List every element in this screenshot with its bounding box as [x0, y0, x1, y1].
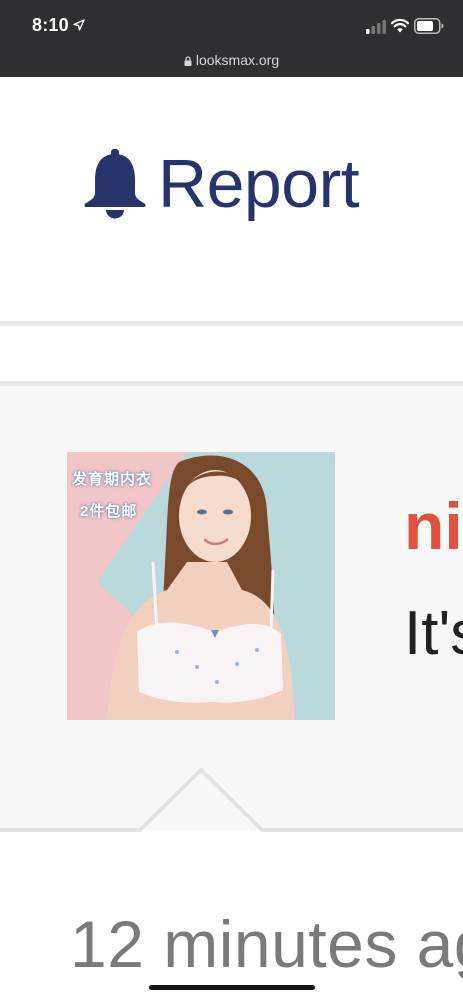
ad-product-image[interactable] — [67, 452, 335, 720]
battery-icon — [414, 18, 444, 34]
home-indicator[interactable] — [149, 985, 315, 990]
notification-body: It's — [404, 599, 463, 668]
cellular-signal-icon — [366, 20, 386, 34]
wifi-icon — [391, 18, 409, 33]
address-bar[interactable]: looksmax.org — [0, 52, 463, 68]
notification-title: ni — [404, 489, 463, 563]
ad-caption: 发育期内衣 — [72, 471, 153, 488]
bell-icon — [84, 149, 146, 219]
url-text: looksmax.org — [195, 52, 280, 68]
spacer-band — [0, 326, 463, 382]
status-bar: 8:10 looksmax.org — [0, 0, 463, 77]
notification-timestamp: 12 minutes ag — [70, 907, 463, 981]
ad-caption: 2件包邮 — [80, 503, 138, 520]
page-title: Report — [158, 146, 360, 222]
status-time: 8:10 — [32, 15, 69, 35]
card-pointer-notch — [0, 768, 463, 832]
lock-icon — [184, 56, 192, 66]
location-arrow-icon — [73, 19, 85, 31]
screen: 8:10 looksmax.org Report 发育期内衣 2件包邮 ni I… — [0, 0, 463, 1000]
